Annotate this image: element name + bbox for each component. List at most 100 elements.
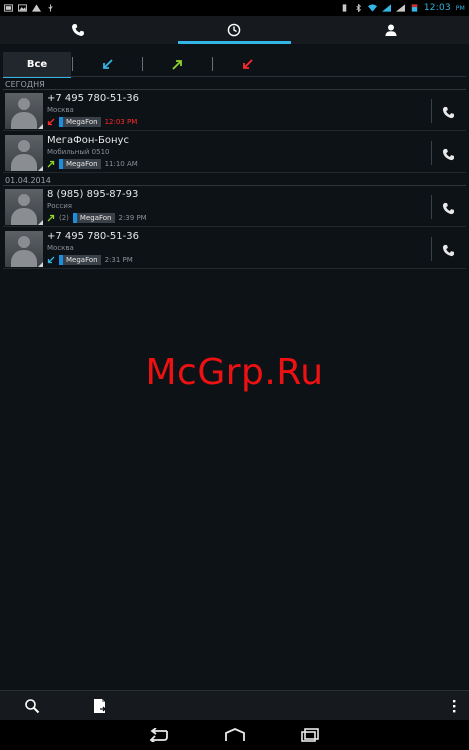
- call-meta: MegaFon 11:10 AM: [47, 158, 138, 169]
- action-bar: [0, 690, 469, 721]
- filter-outgoing[interactable]: [143, 52, 213, 76]
- image-icon: [18, 4, 27, 12]
- incoming-call-icon: [47, 256, 55, 263]
- outgoing-filter-icon: [171, 59, 182, 70]
- call-back-button[interactable]: [439, 103, 457, 121]
- sim-badge: MegaFon: [72, 212, 115, 223]
- back-icon[interactable]: [147, 728, 171, 742]
- screenshot-icon: [4, 4, 13, 12]
- avatar[interactable]: [5, 93, 43, 129]
- vibrate-icon: [342, 4, 347, 12]
- avatar-head: [18, 140, 30, 152]
- phone-icon: [442, 106, 454, 118]
- search-icon[interactable]: [24, 698, 40, 714]
- signal-2-icon: [395, 4, 405, 12]
- sim-badge: MegaFon: [59, 116, 101, 127]
- phone-icon: [442, 148, 454, 160]
- recent-apps-icon[interactable]: [298, 728, 322, 742]
- overflow-menu-icon[interactable]: [446, 698, 462, 714]
- usb-icon: [48, 4, 53, 12]
- filter-all-label: Все: [26, 58, 48, 70]
- home-icon[interactable]: [223, 728, 247, 742]
- dialpad-note-icon[interactable]: [92, 698, 108, 714]
- call-row[interactable]: +7 495 780-51-36 Москва MegaFon 12:03 PM: [3, 91, 466, 131]
- phone-icon: [442, 244, 454, 256]
- history-icon: [228, 23, 241, 37]
- sim-badge: MegaFon: [59, 254, 101, 265]
- call-time: 2:39 PM: [118, 213, 147, 222]
- contacts-icon: [385, 24, 397, 36]
- caller-location: Москва: [47, 106, 74, 114]
- avatar-body: [11, 250, 37, 267]
- status-left: [4, 4, 55, 12]
- status-clock-suffix: РМ: [455, 4, 465, 12]
- avatar[interactable]: [5, 231, 43, 267]
- signal-icon: [381, 4, 391, 12]
- filter-missed[interactable]: [213, 52, 281, 76]
- avatar-corner: [38, 262, 43, 267]
- system-nav-bar: [0, 720, 469, 750]
- call-time: 2:31 PM: [104, 255, 133, 264]
- tab-call-log[interactable]: [156, 16, 312, 44]
- caller-location: Россия: [47, 202, 72, 210]
- caller-name: +7 495 780-51-36: [47, 93, 139, 104]
- call-filters: Все: [3, 52, 466, 78]
- avatar[interactable]: [5, 189, 43, 225]
- row-divider: [431, 99, 432, 123]
- avatar-head: [18, 236, 30, 248]
- top-tabs: [0, 16, 469, 44]
- call-meta: MegaFon 2:31 PM: [47, 254, 133, 265]
- avatar-corner: [38, 220, 43, 225]
- avatar-corner: [38, 124, 43, 129]
- avatar-head: [18, 98, 30, 110]
- wifi-icon: [367, 4, 377, 12]
- row-divider: [431, 141, 432, 165]
- avatar-corner: [38, 166, 43, 171]
- call-back-button[interactable]: [439, 199, 457, 217]
- filter-all[interactable]: Все: [3, 52, 73, 78]
- call-time: 12:03 PM: [104, 117, 138, 126]
- avatar-body: [11, 208, 37, 225]
- call-back-button[interactable]: [439, 241, 457, 259]
- tab-phone[interactable]: [0, 16, 156, 44]
- call-count: (2): [59, 213, 69, 222]
- tab-contacts[interactable]: [313, 16, 469, 44]
- section-header-date: 01.04.2014: [3, 175, 466, 186]
- call-back-button[interactable]: [439, 145, 457, 163]
- section-header-today: СЕГОДНЯ: [3, 79, 466, 90]
- caller-location: Мобильный 0510: [47, 148, 110, 156]
- caller-name: +7 495 780-51-36: [47, 231, 139, 242]
- missed-call-icon: [47, 118, 55, 125]
- call-meta: MegaFon 12:03 PM: [47, 116, 137, 127]
- outgoing-call-icon: [47, 160, 55, 167]
- incoming-filter-icon: [102, 58, 113, 69]
- caller-name: МегаФон-Бонус: [47, 135, 129, 146]
- outgoing-call-icon: [47, 214, 55, 221]
- filter-bar-divider: [3, 76, 466, 77]
- battery-icon: [411, 4, 418, 12]
- phone-icon: [72, 24, 85, 36]
- caller-name: 8 (985) 895-87-93: [47, 189, 139, 200]
- bluetooth-icon: [356, 4, 361, 12]
- phone-icon: [442, 202, 454, 214]
- warning-icon: [32, 4, 41, 12]
- status-bar: 12:03 РМ: [0, 0, 469, 16]
- row-divider: [431, 237, 432, 261]
- avatar-body: [11, 112, 37, 129]
- status-clock: 12:03: [423, 3, 451, 13]
- watermark: McGrp.Ru: [145, 352, 324, 393]
- row-divider: [431, 195, 432, 219]
- sim-badge: MegaFon: [59, 158, 101, 169]
- status-right: 12:03 РМ: [340, 3, 465, 13]
- avatar-head: [18, 194, 30, 206]
- call-meta: (2) MegaFon 2:39 PM: [47, 212, 147, 223]
- avatar[interactable]: [5, 135, 43, 171]
- call-row[interactable]: 8 (985) 895-87-93 Россия (2) MegaFon 2:3…: [3, 187, 466, 227]
- call-row[interactable]: +7 495 780-51-36 Москва MegaFon 2:31 PM: [3, 229, 466, 269]
- call-time: 11:10 AM: [104, 159, 138, 168]
- filter-incoming[interactable]: [73, 52, 143, 76]
- caller-location: Москва: [47, 244, 74, 252]
- avatar-body: [11, 154, 37, 171]
- call-row[interactable]: МегаФон-Бонус Мобильный 0510 MegaFon 11:…: [3, 133, 466, 173]
- missed-filter-icon: [242, 58, 253, 69]
